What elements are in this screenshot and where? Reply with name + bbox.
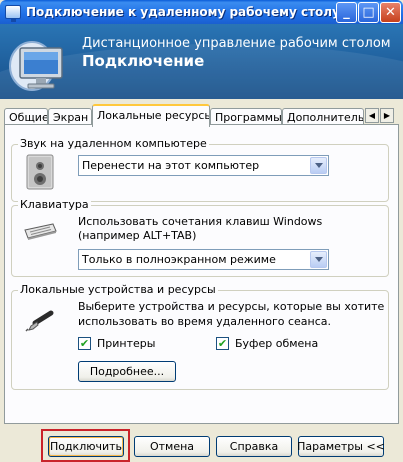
options-button[interactable]: Параметры << [297, 436, 385, 457]
remote-desktop-window: Подключение к удаленному рабочему столу … [0, 0, 403, 462]
title-bar[interactable]: Подключение к удаленному рабочему столу … [0, 0, 403, 24]
clipboard-label[interactable]: Буфер обмена [235, 337, 318, 351]
printers-label[interactable]: Принтеры [97, 337, 155, 351]
banner-title: Подключение [82, 52, 205, 70]
printers-checkbox[interactable]: ✔ [78, 337, 91, 350]
speaker-icon [26, 154, 54, 190]
tab-scroll-left-icon[interactable]: ◀ [365, 108, 379, 123]
local-resources-panel: Звук на удаленном компьютере Перенести н… [4, 124, 399, 424]
maximize-button[interactable]: □ [358, 2, 379, 23]
local-devices-group-title: Локальные устройства и ресурсы [18, 283, 218, 296]
sound-group: Звук на удаленном компьютере Перенести н… [11, 137, 389, 202]
connect-highlight-frame [41, 429, 130, 462]
sound-select[interactable]: Перенести на этот компьютер [78, 155, 329, 176]
banner-subtitle: Дистанционное управление рабочим столом [82, 36, 391, 51]
keyboard-group: Клавиатура Использовать сочетания клавиш… [11, 198, 389, 277]
tab-scroll-right-icon[interactable]: ▶ [380, 108, 394, 123]
keyboard-description-line2: (например ALT+TAB) [78, 229, 197, 242]
tab-strip: Общие Экран Локальные ресурсы Программы … [0, 103, 403, 127]
window-title: Подключение к удаленному рабочему столу [26, 5, 340, 19]
chevron-down-icon[interactable] [310, 251, 327, 268]
minimize-button[interactable]: _ [336, 2, 357, 23]
more-devices-button[interactable]: Подробнее... [78, 361, 176, 382]
keyboard-select[interactable]: Только в полноэкранном режиме [78, 249, 329, 270]
keyboard-icon [24, 223, 57, 240]
close-button[interactable]: ✕ [380, 2, 401, 23]
chevron-down-icon[interactable] [310, 157, 327, 174]
keyboard-description-line1: Использовать сочетания клавиш Windows [78, 215, 323, 228]
sound-group-title: Звук на удаленном компьютере [18, 137, 209, 150]
remote-desktop-app-icon [5, 5, 21, 22]
keyboard-select-value: Только в полноэкранном режиме [82, 253, 276, 266]
remote-desktop-computer-icon [9, 41, 63, 91]
devices-description-line2: использовать во время удаленного сеанса. [78, 315, 331, 328]
devices-description-line1: Выберите устройства и ресурсы, которые в… [78, 300, 385, 313]
keyboard-group-title: Клавиатура [18, 198, 91, 211]
usb-plug-icon [25, 310, 54, 332]
header-banner: Дистанционное управление рабочим столом … [0, 24, 403, 99]
cancel-button[interactable]: Отмена [134, 436, 210, 457]
sound-select-value: Перенести на этот компьютер [82, 159, 260, 172]
tab-local-resources[interactable]: Локальные ресурсы [92, 104, 210, 127]
local-devices-group: Локальные устройства и ресурсы Выберите … [11, 283, 389, 390]
help-button[interactable]: Справка [216, 436, 292, 457]
clipboard-checkbox[interactable]: ✔ [216, 337, 229, 350]
